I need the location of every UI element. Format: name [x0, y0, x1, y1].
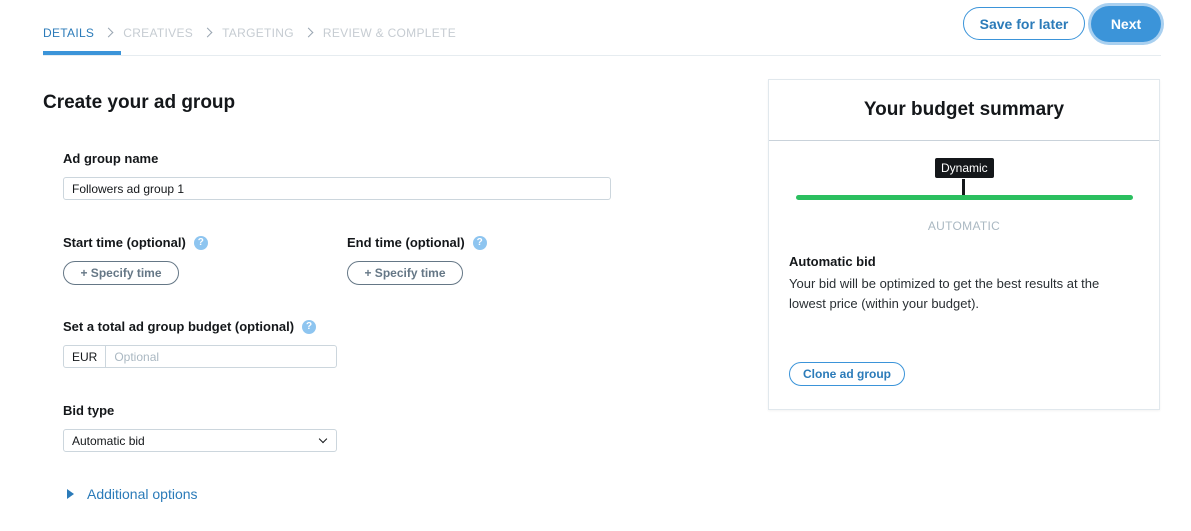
chevron-down-icon — [318, 434, 328, 443]
budget-placeholder[interactable]: Optional — [106, 350, 159, 364]
end-time-label-text: End time (optional) — [347, 235, 465, 250]
budget-label: Set a total ad group budget (optional) ? — [63, 319, 317, 334]
bid-description: Your bid will be optimized to get the be… — [789, 276, 1100, 311]
step-details[interactable]: DETAILS — [43, 26, 94, 40]
chevron-right-icon — [103, 27, 114, 37]
step-targeting[interactable]: TARGETING — [222, 26, 294, 40]
slider-tooltip: Dynamic — [935, 158, 994, 178]
header-divider — [43, 55, 1161, 56]
additional-options-toggle[interactable]: Additional options — [67, 486, 198, 502]
bid-type-label-text: Bid type — [63, 403, 115, 418]
caret-right-icon — [67, 489, 74, 499]
save-for-later-button[interactable]: Save for later — [963, 7, 1085, 40]
help-icon[interactable]: ? — [302, 319, 317, 334]
start-specify-time-button[interactable]: + Specify time — [63, 261, 179, 285]
ad-group-name-input[interactable]: Followers ad group 1 — [63, 177, 611, 200]
budget-summary-title: Your budget summary — [863, 99, 1065, 120]
bid-type-label: Bid type — [63, 403, 114, 418]
ad-group-name-label: Ad group name — [63, 151, 158, 166]
chevron-right-icon — [202, 27, 213, 37]
end-specify-time-button[interactable]: + Specify time — [347, 261, 463, 285]
page-title: Create your ad group — [43, 92, 236, 113]
step-review-complete[interactable]: REVIEW & COMPLETE — [323, 26, 456, 40]
clone-ad-group-button[interactable]: Clone ad group — [789, 362, 905, 386]
budget-input[interactable]: EUR Optional — [63, 345, 337, 368]
start-time-label: Start time (optional) ? — [63, 235, 208, 250]
start-time-label-text: Start time (optional) — [63, 235, 186, 250]
bid-type-value: Automatic bid — [72, 433, 145, 448]
bid-type-select[interactable]: Automatic bid — [63, 429, 337, 452]
next-button[interactable]: Next — [1091, 6, 1161, 42]
slider-mode-label: AUTOMATIC — [927, 219, 1001, 233]
chevron-right-icon — [303, 27, 314, 37]
bid-title: Automatic bid — [789, 254, 876, 269]
ad-group-name-label-text: Ad group name — [63, 151, 159, 166]
end-time-label: End time (optional) ? — [347, 235, 487, 250]
slider-handle[interactable] — [962, 179, 965, 196]
card-divider — [769, 140, 1159, 141]
help-icon[interactable]: ? — [472, 235, 487, 250]
steps-nav: DETAILS CREATIVES TARGETING REVIEW & COM… — [43, 22, 456, 44]
step-creatives[interactable]: CREATIVES — [123, 26, 193, 40]
help-icon[interactable]: ? — [193, 235, 208, 250]
budget-label-text: Set a total ad group budget (optional) — [63, 319, 295, 334]
currency-code: EUR — [64, 346, 107, 367]
budget-summary-card: Your budget summary Dynamic AUTOMATIC Au… — [768, 79, 1160, 410]
additional-options-label: Additional options — [87, 486, 198, 502]
bid-slider-track[interactable] — [796, 195, 1133, 200]
